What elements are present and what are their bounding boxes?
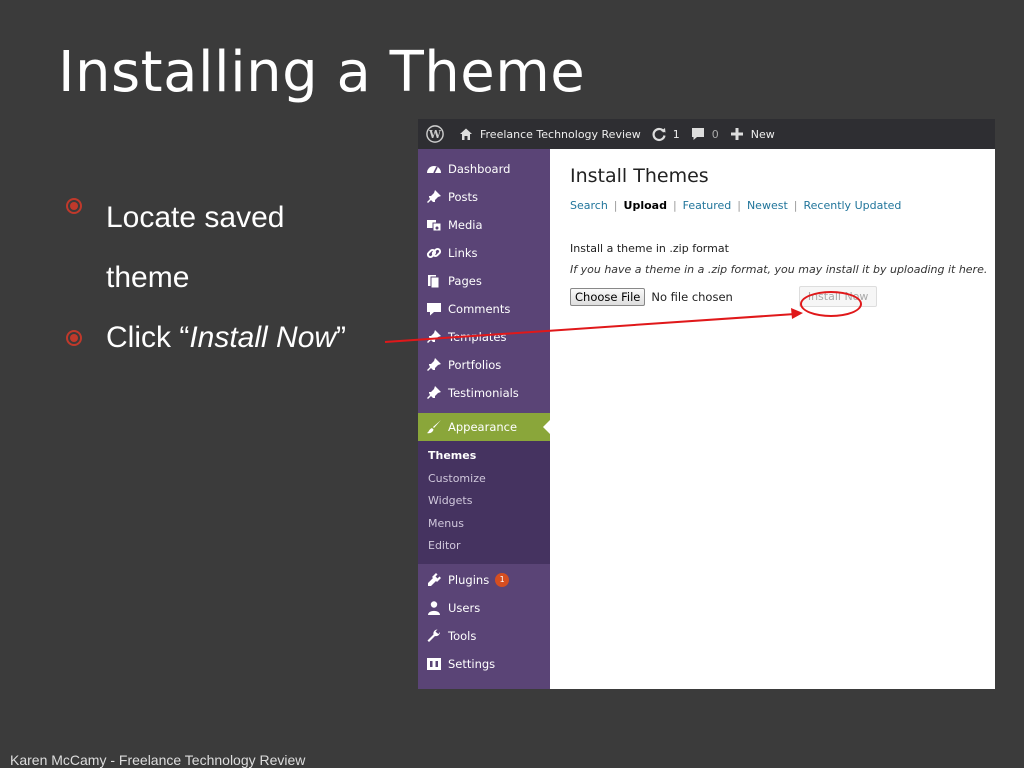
submenu-item-customize[interactable]: Customize [418, 468, 550, 491]
sidebar-item-settings[interactable]: Settings [418, 650, 550, 678]
sidebar-item-comments[interactable]: Comments [418, 295, 550, 323]
wordpress-screenshot: W Freelance Technology Review 1 0 New Da… [418, 119, 995, 689]
sidebar-item-dashboard[interactable]: Dashboard [418, 155, 550, 183]
main-content: Install Themes Search | Upload | Featured | Ne… [550, 149, 995, 689]
pin-icon [427, 386, 441, 399]
bullet-text: Click “Install Now” [106, 320, 346, 356]
slide-title: Installing a Theme [58, 40, 586, 105]
theme-tabs: Search | Upload | Featured | Newest | Recently U… [570, 199, 995, 212]
sidebar-item-testimonials[interactable]: Testimonials [418, 379, 550, 407]
updates-count: 1 [672, 127, 680, 141]
sidebar-item-links[interactable]: Links [418, 239, 550, 267]
bullet-list: Locate saved theme Click “Install Now” [66, 188, 396, 356]
tab-newest[interactable]: Newest [747, 199, 788, 212]
sidebar-item-label: Portfolios [448, 358, 502, 372]
appearance-submenu: Themes Customize Widgets Menus Editor [418, 441, 550, 564]
comments-link[interactable]: 0 [690, 126, 719, 142]
sidebar-item-label: Media [448, 218, 483, 232]
svg-text:W: W [428, 128, 442, 141]
submenu-item-widgets[interactable]: Widgets [418, 490, 550, 513]
sidebar-item-label: Links [448, 246, 478, 260]
sidebar-item-label: Dashboard [448, 162, 511, 176]
updates-link[interactable]: 1 [651, 126, 680, 142]
sidebar-item-label: Pages [448, 274, 482, 288]
comments-count: 0 [711, 127, 719, 141]
bullet-text: Locate saved theme [106, 188, 284, 308]
page-title: Install Themes [570, 165, 709, 187]
plugin-icon [428, 572, 441, 586]
settings-icon [427, 657, 441, 670]
sidebar-item-media[interactable]: Media [418, 211, 550, 239]
comment-bubble-icon [691, 128, 704, 140]
sidebar-item-pages[interactable]: Pages [418, 267, 550, 295]
install-now-highlight-circle [800, 291, 862, 317]
bullet-suffix: ” [336, 321, 347, 354]
pin-icon [427, 330, 441, 343]
file-status: No file chosen [651, 289, 733, 304]
bullet-prefix: Click “ [106, 321, 190, 354]
sidebar-item-label: Settings [448, 656, 496, 671]
bullet-emphasis: Install Now [189, 321, 337, 354]
update-count-badge: 1 [495, 572, 510, 587]
sidebar-item-portfolios[interactable]: Portfolios [418, 351, 550, 379]
sidebar-item-templates[interactable]: Templates [418, 323, 550, 351]
site-name-link[interactable]: Freelance Technology Review [458, 126, 641, 142]
tab-separator: | [672, 199, 677, 212]
sidebar-item-label: Tools [448, 628, 477, 643]
choose-file-button[interactable]: Choose File [570, 287, 646, 306]
slide-footer: Karen McCamy - Freelance Technology Revi… [10, 752, 306, 768]
user-icon [428, 600, 440, 615]
sidebar-item-label: Comments [448, 302, 511, 316]
submenu-item-editor[interactable]: Editor [418, 535, 550, 558]
bullet-line: theme [106, 261, 190, 294]
wordpress-logo-icon[interactable]: W [426, 125, 444, 143]
sidebar-item-tools[interactable]: Tools [418, 622, 550, 650]
comment-icon [427, 303, 441, 316]
tab-separator: | [737, 199, 741, 212]
media-icon [427, 220, 442, 232]
sidebar-item-label: Templates [448, 330, 507, 344]
tab-featured[interactable]: Featured [683, 199, 732, 212]
admin-bar: W Freelance Technology Review 1 0 New [418, 119, 995, 149]
zip-section-title: Install a theme in .zip format [570, 242, 729, 255]
admin-sidebar: Dashboard Posts Media Links Pages Commen… [418, 149, 550, 689]
pin-icon [427, 190, 441, 203]
sidebar-item-plugins[interactable]: Plugins 1 [418, 566, 550, 594]
sidebar-item-label: Appearance [448, 420, 518, 434]
sidebar-item-label: Users [448, 600, 481, 615]
new-label: New [750, 127, 775, 141]
wrench-icon [427, 628, 441, 642]
tab-separator: | [613, 199, 618, 212]
pages-icon [428, 275, 440, 289]
sidebar-item-posts[interactable]: Posts [418, 183, 550, 211]
link-icon [426, 247, 442, 259]
bullet-item: Locate saved theme [66, 188, 396, 308]
submenu-item-themes[interactable]: Themes [418, 445, 550, 468]
upload-row: Choose File No file chosen Install Now [570, 286, 995, 307]
tab-search[interactable]: Search [570, 199, 608, 212]
sidebar-item-users[interactable]: Users [418, 594, 550, 622]
new-content-link[interactable]: New [729, 126, 775, 142]
tab-recently-updated[interactable]: Recently Updated [803, 199, 901, 212]
submenu-item-menus[interactable]: Menus [418, 513, 550, 536]
refresh-icon [652, 127, 666, 142]
home-icon [460, 128, 472, 140]
plus-icon [730, 128, 743, 140]
tab-upload[interactable]: Upload [624, 199, 667, 212]
zip-description: If you have a theme in a .zip format, yo… [570, 263, 988, 276]
tab-separator: | [793, 199, 798, 212]
dashboard-icon [427, 166, 441, 174]
sidebar-item-label: Testimonials [448, 386, 519, 400]
sidebar-item-label: Plugins [448, 572, 490, 587]
sidebar-item-label: Posts [448, 190, 479, 204]
paintbrush-icon [427, 420, 441, 434]
site-name: Freelance Technology Review [480, 127, 641, 141]
bullet-line: Locate saved [106, 201, 285, 234]
pin-icon [427, 358, 441, 371]
sidebar-item-appearance[interactable]: Appearance [418, 413, 550, 441]
bullet-marker-icon [66, 198, 82, 214]
bullet-item: Click “Install Now” [66, 320, 396, 356]
bullet-marker-icon [66, 330, 82, 346]
